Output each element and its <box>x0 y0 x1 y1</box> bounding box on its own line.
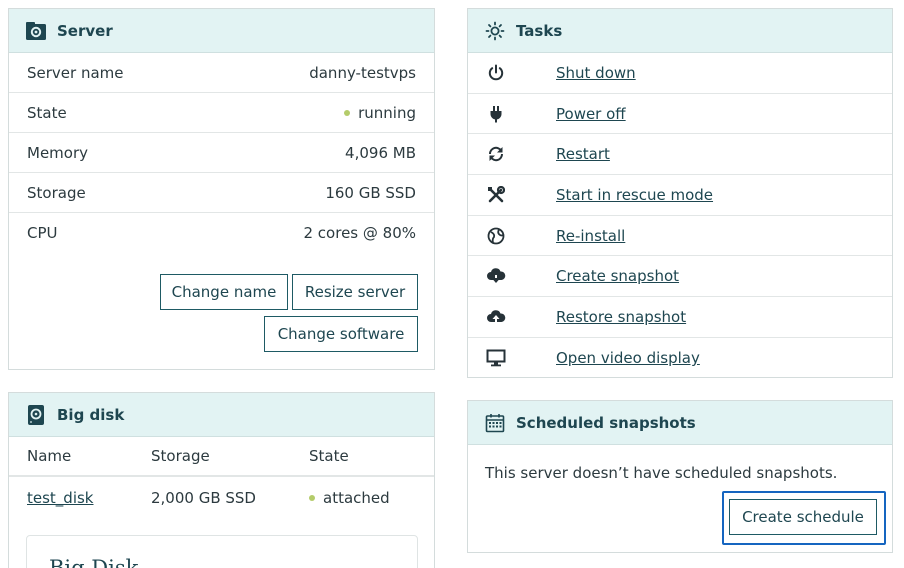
tasks-panel-title: Tasks <box>516 21 563 40</box>
storage-row: Storage 160 GB SSD <box>9 173 434 213</box>
big-disk-panel-header: Big disk <box>9 393 434 437</box>
memory-value: 4,096 MB <box>345 143 416 162</box>
scheduled-snapshots-panel: Scheduled snapshots This server doesn’t … <box>467 400 893 553</box>
cpu-value: 2 cores @ 80% <box>303 224 417 242</box>
resize-server-button[interactable]: Resize server <box>292 274 418 310</box>
restart-link[interactable]: Restart <box>556 145 610 163</box>
shut-down-link[interactable]: Shut down <box>556 64 636 82</box>
disk-icon <box>25 404 47 426</box>
task-restore-snapshot[interactable]: Restore snapshot <box>468 297 892 338</box>
tasks-panel-header: Tasks <box>468 9 892 53</box>
restart-icon <box>486 144 506 164</box>
task-reinstall[interactable]: Re-install <box>468 216 892 257</box>
storage-value: 160 GB SSD <box>325 183 416 202</box>
memory-row: Memory 4,096 MB <box>9 133 434 173</box>
no-schedule-message: This server doesn’t have scheduled snaps… <box>485 464 838 482</box>
server-panel-header: Server <box>9 9 434 53</box>
reinstall-link[interactable]: Re-install <box>556 227 625 245</box>
tools-icon <box>486 185 506 205</box>
big-disk-panel: Big disk Name Storage State test_disk 2,… <box>8 392 435 568</box>
cpu-label: CPU <box>27 224 58 242</box>
task-create-snapshot[interactable]: Create snapshot <box>468 256 892 298</box>
create-schedule-button[interactable]: Create schedule <box>729 499 877 535</box>
big-disk-card: Big Disk <box>26 535 418 568</box>
plug-icon <box>486 104 506 124</box>
rescue-mode-link[interactable]: Start in rescue mode <box>556 186 713 204</box>
cloud-upload-icon <box>486 307 506 327</box>
sun-icon <box>484 20 506 42</box>
server-panel-title: Server <box>57 21 113 40</box>
task-power-off[interactable]: Power off <box>468 94 892 135</box>
scheduled-snapshots-header: Scheduled snapshots <box>468 401 892 445</box>
tasks-panel: Tasks Shut down Power off Restart Start … <box>467 8 893 378</box>
status-dot <box>344 109 351 116</box>
server-name-row: Server name danny-testvps <box>9 53 434 93</box>
calendar-icon <box>484 412 506 434</box>
power-off-link[interactable]: Power off <box>556 105 626 123</box>
disk-state-wrap: attached <box>309 489 390 507</box>
power-icon <box>486 63 506 83</box>
state-row: State running <box>9 93 434 133</box>
big-disk-panel-title: Big disk <box>57 405 125 424</box>
video-display-link[interactable]: Open video display <box>556 349 700 367</box>
cpu-row: CPU 2 cores @ 80% <box>9 213 434 253</box>
change-software-button[interactable]: Change software <box>264 316 418 352</box>
server-panel: Server Server name danny-testvps State r… <box>8 8 435 370</box>
task-video-display[interactable]: Open video display <box>468 338 892 379</box>
disk-name-link[interactable]: test_disk <box>27 489 94 507</box>
server-name-value: danny-testvps <box>309 63 416 82</box>
column-storage-header: Storage <box>151 447 210 465</box>
memory-label: Memory <box>27 143 89 162</box>
status-dot <box>309 495 315 501</box>
task-shut-down[interactable]: Shut down <box>468 53 892 94</box>
server-name-label: Server name <box>27 63 124 82</box>
big-disk-card-title: Big Disk <box>49 556 139 568</box>
state-label: State <box>27 103 67 122</box>
globe-icon <box>486 226 506 246</box>
column-name-header: Name <box>27 447 72 465</box>
state-value-wrap: running <box>344 104 416 122</box>
monitor-icon <box>486 348 506 368</box>
table-row: test_disk 2,000 GB SSD attached <box>9 477 434 519</box>
task-rescue-mode[interactable]: Start in rescue mode <box>468 175 892 216</box>
cloud-download-icon <box>486 266 506 286</box>
column-state-header: State <box>309 447 349 465</box>
task-restart[interactable]: Restart <box>468 134 892 176</box>
restore-snapshot-link[interactable]: Restore snapshot <box>556 308 686 326</box>
disk-state-value: attached <box>323 489 390 507</box>
server-settings-icon <box>25 20 47 42</box>
create-snapshot-link[interactable]: Create snapshot <box>556 267 679 285</box>
change-name-button[interactable]: Change name <box>160 274 288 310</box>
scheduled-snapshots-title: Scheduled snapshots <box>516 413 696 432</box>
disk-table-header: Name Storage State <box>9 437 434 477</box>
storage-label: Storage <box>27 183 86 202</box>
disk-storage-value: 2,000 GB SSD <box>151 489 256 507</box>
state-value: running <box>358 103 416 122</box>
